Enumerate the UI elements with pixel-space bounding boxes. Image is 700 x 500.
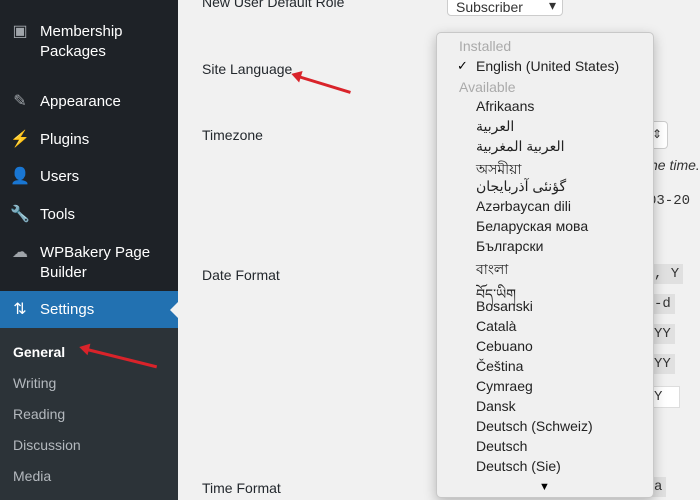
- label-time-format: Time Format: [202, 480, 281, 496]
- submenu-media[interactable]: Media: [13, 468, 51, 484]
- language-option[interactable]: گؤنئی آذربایجان: [476, 178, 566, 195]
- language-option[interactable]: Cymraeg: [476, 378, 533, 394]
- admin-sidebar: ▣ Membership Packages ✎ Appearance ⚡ Plugin…: [0, 0, 178, 500]
- language-option[interactable]: Deutsch: [476, 438, 527, 454]
- checkmark-icon: ✓: [457, 58, 468, 73]
- language-option[interactable]: Čeština: [476, 358, 523, 374]
- settings-icon: ⇅: [13, 301, 27, 318]
- submenu-general[interactable]: General: [13, 344, 65, 360]
- group-available: Available: [459, 79, 516, 95]
- default-role-select[interactable]: Subscriber ▾: [447, 0, 563, 16]
- site-language-dropdown[interactable]: Installed ✓ English (United States) Avai…: [436, 32, 654, 498]
- language-option[interactable]: Dansk: [476, 398, 516, 414]
- language-option[interactable]: العربية المغربية: [476, 138, 565, 155]
- submenu-writing[interactable]: Writing: [13, 375, 56, 391]
- language-option[interactable]: Deutsch (Schweiz): [476, 418, 593, 434]
- timezone-hint: ne time.: [650, 157, 700, 173]
- cloud-icon: ☁: [12, 244, 28, 261]
- group-installed: Installed: [459, 38, 512, 54]
- calendar-icon: ▣: [12, 23, 28, 40]
- submenu-reading[interactable]: Reading: [13, 406, 65, 422]
- sidebar-item-wpbakery[interactable]: ☁ WPBakery Page Builder: [0, 243, 178, 283]
- annotation-arrow: [294, 74, 351, 94]
- wrench-icon: 🔧: [10, 206, 30, 223]
- custom-date-input[interactable]: Y: [650, 386, 680, 408]
- language-option[interactable]: Català: [476, 318, 516, 334]
- submenu-discussion[interactable]: Discussion: [13, 437, 81, 453]
- plugin-icon: ⚡: [10, 131, 30, 148]
- language-option[interactable]: Bosanski: [476, 298, 533, 314]
- language-option[interactable]: Azərbaycan dili: [476, 198, 571, 214]
- language-option[interactable]: Cebuano: [476, 338, 533, 354]
- paintbrush-icon: ✎: [13, 93, 27, 110]
- settings-submenu: General Writing Reading Discussion Media: [0, 328, 178, 500]
- language-option[interactable]: Afrikaans: [476, 98, 534, 114]
- label-timezone: Timezone: [202, 127, 263, 143]
- label-default-role: New User Default Role: [202, 0, 345, 10]
- option-selected[interactable]: English (United States): [476, 58, 619, 74]
- select-arrows-icon: ▾: [548, 0, 556, 13]
- language-option[interactable]: العربية: [476, 118, 514, 135]
- user-icon: 👤: [10, 168, 30, 185]
- scroll-down-icon[interactable]: ▼: [539, 481, 550, 493]
- sidebar-item-membership-packages[interactable]: ▣ Membership Packages: [0, 22, 178, 62]
- language-option[interactable]: Deutsch (Sie): [476, 458, 561, 474]
- language-option[interactable]: Беларуская мова: [476, 218, 588, 234]
- label-date-format: Date Format: [202, 267, 280, 283]
- language-option[interactable]: Български: [476, 238, 543, 254]
- date-code: , Y: [650, 264, 684, 284]
- label-site-language: Site Language: [202, 61, 293, 77]
- sidebar-item-settings[interactable]: ⇅ Settings: [0, 291, 178, 328]
